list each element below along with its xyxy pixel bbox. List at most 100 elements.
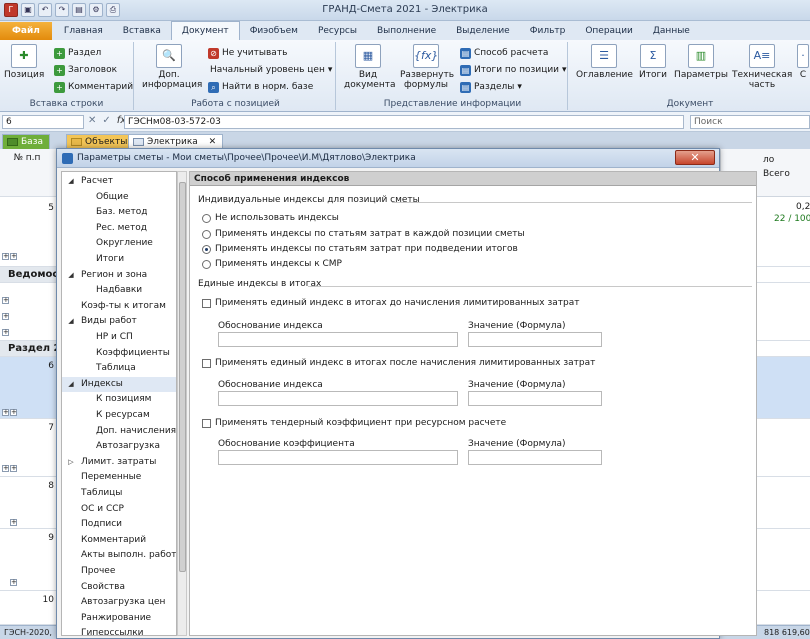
tab-operations[interactable]: Операции [575, 22, 643, 40]
tree-item[interactable]: Надбавки [62, 283, 176, 298]
tree-item[interactable]: Доп. начисления [62, 424, 176, 439]
expand-icon[interactable]: + [2, 465, 9, 472]
checkbox[interactable] [202, 358, 211, 368]
value-input[interactable] [468, 391, 602, 406]
tree-item[interactable]: Общие [62, 190, 176, 205]
tree-item[interactable]: Комментарий [62, 533, 176, 548]
tree-item[interactable]: Таблица [62, 361, 176, 376]
radio-button[interactable] [202, 259, 211, 269]
checkbox-tender-coefficient[interactable]: Применять тендерный коэффициент при ресу… [202, 418, 506, 428]
expand-icon[interactable]: + [2, 329, 9, 336]
tree-item[interactable]: ◢ Регион и зона [62, 268, 176, 283]
tree-item[interactable]: ◢ Расчет [62, 174, 176, 189]
expand-icon[interactable]: + [10, 579, 17, 586]
expand-icon[interactable]: + [2, 409, 9, 416]
value-input[interactable] [468, 332, 602, 347]
tab-data[interactable]: Данные [643, 22, 700, 40]
add-info-button[interactable]: 🔍 Доп. информация [142, 44, 202, 90]
parameters-button[interactable]: ▥ Параметры [674, 44, 728, 80]
expand-icon[interactable]: + [2, 253, 9, 260]
close-tab-icon[interactable]: ✕ [209, 137, 217, 147]
close-button[interactable]: ✕ [675, 150, 715, 165]
tree-item[interactable]: Свойства [62, 580, 176, 595]
radio-indexes-at-totals[interactable]: Применять индексы по статьям затрат при … [202, 244, 518, 254]
expand-icon[interactable]: + [10, 409, 17, 416]
radio-indexes-each-position[interactable]: Применять индексы по статьям затрат в ка… [202, 229, 525, 239]
cancel-icon[interactable]: ✕ [88, 115, 96, 126]
expanded-arrow-icon[interactable]: ◢ [67, 174, 75, 189]
justification-input[interactable] [218, 391, 458, 406]
tab-electrika[interactable]: Электрика ✕ [128, 134, 224, 149]
tab-filter[interactable]: Фильтр [520, 22, 576, 40]
tree-item[interactable]: Автозагрузка цен [62, 595, 176, 610]
tree-item[interactable]: Рес. метод [62, 221, 176, 236]
tree-item[interactable]: Подписи [62, 517, 176, 532]
tree-item[interactable]: Прочее [62, 564, 176, 579]
tree-item[interactable]: НР и СП [62, 330, 176, 345]
expand-icon[interactable]: + [10, 519, 17, 526]
insert-comment-button[interactable]: + Комментарий [54, 80, 133, 94]
tab-objects[interactable]: Объекты [66, 134, 135, 149]
tab-insert[interactable]: Вставка [113, 22, 171, 40]
expand-formulas-button[interactable]: {fx} Развернуть формулы [400, 44, 454, 90]
scrollbar-thumb[interactable] [179, 182, 186, 572]
tree-scrollbar[interactable] [177, 171, 187, 636]
tree-item[interactable]: Коэффициенты [62, 346, 176, 361]
totals-button[interactable]: Σ Итоги [636, 44, 670, 80]
tree-item[interactable]: ▷ Лимит. затраты [62, 455, 176, 470]
tree-item[interactable]: Округление [62, 236, 176, 251]
checkbox-index-after-limited[interactable]: Применять единый индекс в итогах после н… [202, 358, 595, 368]
technical-part-button[interactable]: A≡ Техническая часть [732, 44, 792, 90]
tree-item[interactable]: ◢ Индексы [62, 376, 176, 392]
tree-item[interactable]: ◢ Виды работ [62, 314, 176, 329]
expand-icon[interactable]: + [2, 313, 9, 320]
radio-button[interactable] [202, 213, 211, 223]
radio-no-indexes[interactable]: Не использовать индексы [202, 213, 339, 223]
formula-input[interactable]: ГЭСНм08-03-572-03 [124, 115, 684, 129]
tab-selection[interactable]: Выделение [446, 22, 520, 40]
tab-resources[interactable]: Ресурсы [308, 22, 367, 40]
insert-heading-button[interactable]: + Заголовок [54, 63, 117, 77]
tab-execution[interactable]: Выполнение [367, 22, 446, 40]
expanded-arrow-icon[interactable]: ◢ [67, 314, 75, 329]
expanded-arrow-icon[interactable]: ◢ [67, 377, 75, 392]
tree-item[interactable]: Гиперссылки [62, 626, 176, 635]
tree-item[interactable]: Итоги [62, 252, 176, 267]
tree-item[interactable]: Баз. метод [62, 205, 176, 220]
sections-dropdown[interactable]: ▤ Разделы ▾ [460, 80, 522, 94]
collapsed-arrow-icon[interactable]: ▷ [67, 455, 75, 470]
tree-item[interactable]: Коэф-ты к итогам [62, 299, 176, 314]
document-view-button[interactable]: ▦ Вид документа [344, 44, 395, 90]
tab-file[interactable]: Файл [0, 22, 52, 40]
tree-item[interactable]: Автозагрузка [62, 439, 176, 454]
tree-item[interactable]: Ранжирование [62, 611, 176, 626]
radio-indexes-smr[interactable]: Применять индексы к СМР [202, 259, 342, 269]
tree-item[interactable]: Переменные [62, 470, 176, 485]
expand-icon[interactable]: + [10, 465, 17, 472]
search-input[interactable]: Поиск [690, 115, 810, 129]
ignore-button[interactable]: ⊘ Не учитывать [208, 46, 287, 60]
checkbox[interactable] [202, 298, 211, 308]
tab-base[interactable]: База [2, 134, 50, 149]
confirm-icon[interactable]: ✓ [102, 115, 110, 126]
find-in-norm-base-button[interactable]: ⌕ Найти в норм. базе [208, 80, 313, 94]
tab-physical-volume[interactable]: Фиэобъем [240, 22, 308, 40]
radio-button[interactable] [202, 244, 211, 254]
cell-reference-field[interactable]: 6 [2, 115, 84, 129]
tree-item[interactable]: К ресурсам [62, 408, 176, 423]
value-input[interactable] [468, 450, 602, 465]
tree-item[interactable]: Акты выполн. работ [62, 548, 176, 563]
expand-icon[interactable]: + [2, 297, 9, 304]
contents-button[interactable]: ☰ Оглавление [576, 44, 633, 80]
justification-input[interactable] [218, 450, 458, 465]
insert-section-button[interactable]: + Раздел [54, 46, 101, 60]
totals-by-position-dropdown[interactable]: ▤ Итоги по позиции ▾ [460, 63, 567, 77]
expanded-arrow-icon[interactable]: ◢ [67, 268, 75, 283]
justification-input[interactable] [218, 332, 458, 347]
tree-item[interactable]: К позициям [62, 392, 176, 407]
tree-item[interactable]: Таблицы [62, 486, 176, 501]
tab-home[interactable]: Главная [54, 22, 113, 40]
insert-position-button[interactable]: ✚ Позиция [4, 44, 44, 80]
tree-item[interactable]: ОС и ССР [62, 502, 176, 517]
start-price-level-dropdown[interactable]: Начальный уровень цен ▾ [210, 63, 332, 77]
